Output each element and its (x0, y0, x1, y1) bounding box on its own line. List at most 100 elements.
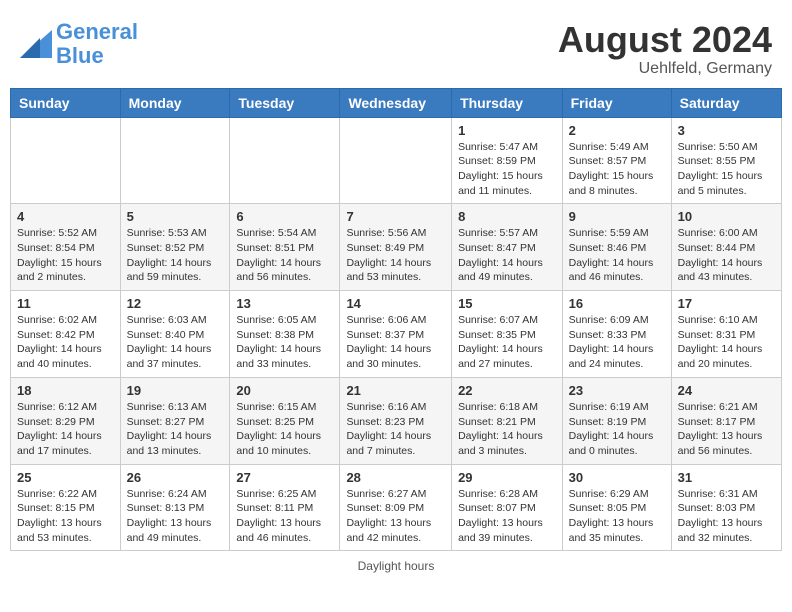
day-number: 31 (678, 470, 775, 485)
calendar-cell: 8 Sunrise: 5:57 AM Sunset: 8:47 PM Daylig… (452, 204, 563, 291)
calendar-week-row: 18Sunrise: 6:12 AM Sunset: 8:29 PM Dayli… (11, 377, 782, 464)
day-number: 24 (678, 383, 775, 398)
day-number: 11 (17, 296, 114, 311)
day-info: Sunrise: 6:07 AM Sunset: 8:35 PM Dayligh… (458, 313, 556, 372)
calendar-cell: 19 Sunrise: 6:13 AM Sunset: 8:27 PM Dayli… (120, 377, 230, 464)
day-info: Sunrise: 6:05 AM Sunset: 8:38 PM Dayligh… (236, 313, 333, 372)
calendar-cell: 15 Sunrise: 6:07 AM Sunset: 8:35 PM Dayli… (452, 291, 563, 378)
day-info: Sunrise: 6:18 AM Sunset: 8:21 PM Dayligh… (458, 400, 556, 459)
calendar-cell: 27 Sunrise: 6:25 AM Sunset: 8:11 PM Dayli… (230, 464, 340, 551)
calendar-cell: 13 Sunrise: 6:05 AM Sunset: 8:38 PM Dayli… (230, 291, 340, 378)
day-number: 10 (678, 209, 775, 224)
day-number: 21 (346, 383, 445, 398)
day-number: 13 (236, 296, 333, 311)
calendar-cell (11, 117, 121, 204)
day-info: Sunrise: 6:29 AM Sunset: 8:05 PM Dayligh… (569, 487, 665, 546)
page-header: General Blue August 2024 Uehlfeld, Germa… (10, 10, 782, 83)
calendar-cell: 12Sunrise: 6:03 AM Sunset: 8:40 PM Dayli… (120, 291, 230, 378)
calendar-cell: 29 Sunrise: 6:28 AM Sunset: 8:07 PM Dayli… (452, 464, 563, 551)
logo-icon (20, 30, 52, 58)
calendar-header-row: SundayMondayTuesdayWednesdayThursdayFrid… (11, 88, 782, 117)
calendar-cell: 22 Sunrise: 6:18 AM Sunset: 8:21 PM Dayli… (452, 377, 563, 464)
day-info: Sunrise: 6:02 AM Sunset: 8:42 PM Dayligh… (17, 313, 114, 372)
calendar-header-tuesday: Tuesday (230, 88, 340, 117)
day-info: Sunrise: 5:59 AM Sunset: 8:46 PM Dayligh… (569, 226, 665, 285)
calendar-header-thursday: Thursday (452, 88, 563, 117)
day-number: 8 (458, 209, 556, 224)
day-info: Sunrise: 6:16 AM Sunset: 8:23 PM Dayligh… (346, 400, 445, 459)
day-number: 2 (569, 123, 665, 138)
calendar-header-wednesday: Wednesday (340, 88, 452, 117)
calendar-table: SundayMondayTuesdayWednesdayThursdayFrid… (10, 88, 782, 552)
calendar-cell: 16Sunrise: 6:09 AM Sunset: 8:33 PM Dayli… (562, 291, 671, 378)
calendar-cell: 4Sunrise: 5:52 AM Sunset: 8:54 PM Daylig… (11, 204, 121, 291)
calendar-week-row: 11 Sunrise: 6:02 AM Sunset: 8:42 PM Dayli… (11, 291, 782, 378)
month-title: August 2024 Uehlfeld, Germany (558, 20, 772, 78)
calendar-cell: 18Sunrise: 6:12 AM Sunset: 8:29 PM Dayli… (11, 377, 121, 464)
calendar-cell: 1 Sunrise: 5:47 AM Sunset: 8:59 PM Daylig… (452, 117, 563, 204)
calendar-cell: 31 Sunrise: 6:31 AM Sunset: 8:03 PM Dayli… (671, 464, 781, 551)
day-number: 5 (127, 209, 224, 224)
day-info: Sunrise: 5:54 AM Sunset: 8:51 PM Dayligh… (236, 226, 333, 285)
day-number: 15 (458, 296, 556, 311)
calendar-header-monday: Monday (120, 88, 230, 117)
calendar-cell: 30 Sunrise: 6:29 AM Sunset: 8:05 PM Dayli… (562, 464, 671, 551)
calendar-cell: 20 Sunrise: 6:15 AM Sunset: 8:25 PM Dayli… (230, 377, 340, 464)
calendar-cell: 17 Sunrise: 6:10 AM Sunset: 8:31 PM Dayli… (671, 291, 781, 378)
logo: General Blue (20, 20, 138, 68)
calendar-cell: 9 Sunrise: 5:59 AM Sunset: 8:46 PM Daylig… (562, 204, 671, 291)
day-number: 1 (458, 123, 556, 138)
day-info: Sunrise: 6:25 AM Sunset: 8:11 PM Dayligh… (236, 487, 333, 546)
day-info: Sunrise: 6:28 AM Sunset: 8:07 PM Dayligh… (458, 487, 556, 546)
calendar-cell (340, 117, 452, 204)
day-info: Sunrise: 6:00 AM Sunset: 8:44 PM Dayligh… (678, 226, 775, 285)
day-info: Sunrise: 6:10 AM Sunset: 8:31 PM Dayligh… (678, 313, 775, 372)
day-number: 25 (17, 470, 114, 485)
calendar-cell: 5 Sunrise: 5:53 AM Sunset: 8:52 PM Daylig… (120, 204, 230, 291)
day-number: 7 (346, 209, 445, 224)
day-info: Sunrise: 6:21 AM Sunset: 8:17 PM Dayligh… (678, 400, 775, 459)
day-info: Sunrise: 5:53 AM Sunset: 8:52 PM Dayligh… (127, 226, 224, 285)
calendar-week-row: 4Sunrise: 5:52 AM Sunset: 8:54 PM Daylig… (11, 204, 782, 291)
day-number: 22 (458, 383, 556, 398)
calendar-cell: 6 Sunrise: 5:54 AM Sunset: 8:51 PM Daylig… (230, 204, 340, 291)
day-number: 12 (127, 296, 224, 311)
day-number: 19 (127, 383, 224, 398)
calendar-header-sunday: Sunday (11, 88, 121, 117)
calendar-week-row: 25Sunrise: 6:22 AM Sunset: 8:15 PM Dayli… (11, 464, 782, 551)
logo-blue: Blue (56, 43, 104, 68)
logo-text: General Blue (56, 20, 138, 68)
day-number: 26 (127, 470, 224, 485)
calendar-cell (120, 117, 230, 204)
day-info: Sunrise: 5:57 AM Sunset: 8:47 PM Dayligh… (458, 226, 556, 285)
day-info: Sunrise: 5:49 AM Sunset: 8:57 PM Dayligh… (569, 140, 665, 199)
day-number: 18 (17, 383, 114, 398)
day-info: Sunrise: 5:47 AM Sunset: 8:59 PM Dayligh… (458, 140, 556, 199)
day-number: 14 (346, 296, 445, 311)
calendar-header-friday: Friday (562, 88, 671, 117)
day-number: 29 (458, 470, 556, 485)
day-number: 23 (569, 383, 665, 398)
footer-daylight: Daylight hours (10, 559, 782, 573)
day-number: 27 (236, 470, 333, 485)
calendar-cell: 25Sunrise: 6:22 AM Sunset: 8:15 PM Dayli… (11, 464, 121, 551)
day-number: 6 (236, 209, 333, 224)
month-year: August 2024 (558, 20, 772, 60)
day-info: Sunrise: 6:13 AM Sunset: 8:27 PM Dayligh… (127, 400, 224, 459)
day-info: Sunrise: 6:15 AM Sunset: 8:25 PM Dayligh… (236, 400, 333, 459)
day-number: 17 (678, 296, 775, 311)
day-info: Sunrise: 6:19 AM Sunset: 8:19 PM Dayligh… (569, 400, 665, 459)
day-number: 20 (236, 383, 333, 398)
day-number: 4 (17, 209, 114, 224)
day-info: Sunrise: 5:56 AM Sunset: 8:49 PM Dayligh… (346, 226, 445, 285)
day-info: Sunrise: 6:09 AM Sunset: 8:33 PM Dayligh… (569, 313, 665, 372)
calendar-cell: 24 Sunrise: 6:21 AM Sunset: 8:17 PM Dayli… (671, 377, 781, 464)
calendar-cell: 7 Sunrise: 5:56 AM Sunset: 8:49 PM Daylig… (340, 204, 452, 291)
day-number: 9 (569, 209, 665, 224)
day-info: Sunrise: 6:27 AM Sunset: 8:09 PM Dayligh… (346, 487, 445, 546)
calendar-cell: 2 Sunrise: 5:49 AM Sunset: 8:57 PM Daylig… (562, 117, 671, 204)
calendar-cell: 26Sunrise: 6:24 AM Sunset: 8:13 PM Dayli… (120, 464, 230, 551)
day-number: 30 (569, 470, 665, 485)
day-info: Sunrise: 6:31 AM Sunset: 8:03 PM Dayligh… (678, 487, 775, 546)
logo-general: General (56, 19, 138, 44)
